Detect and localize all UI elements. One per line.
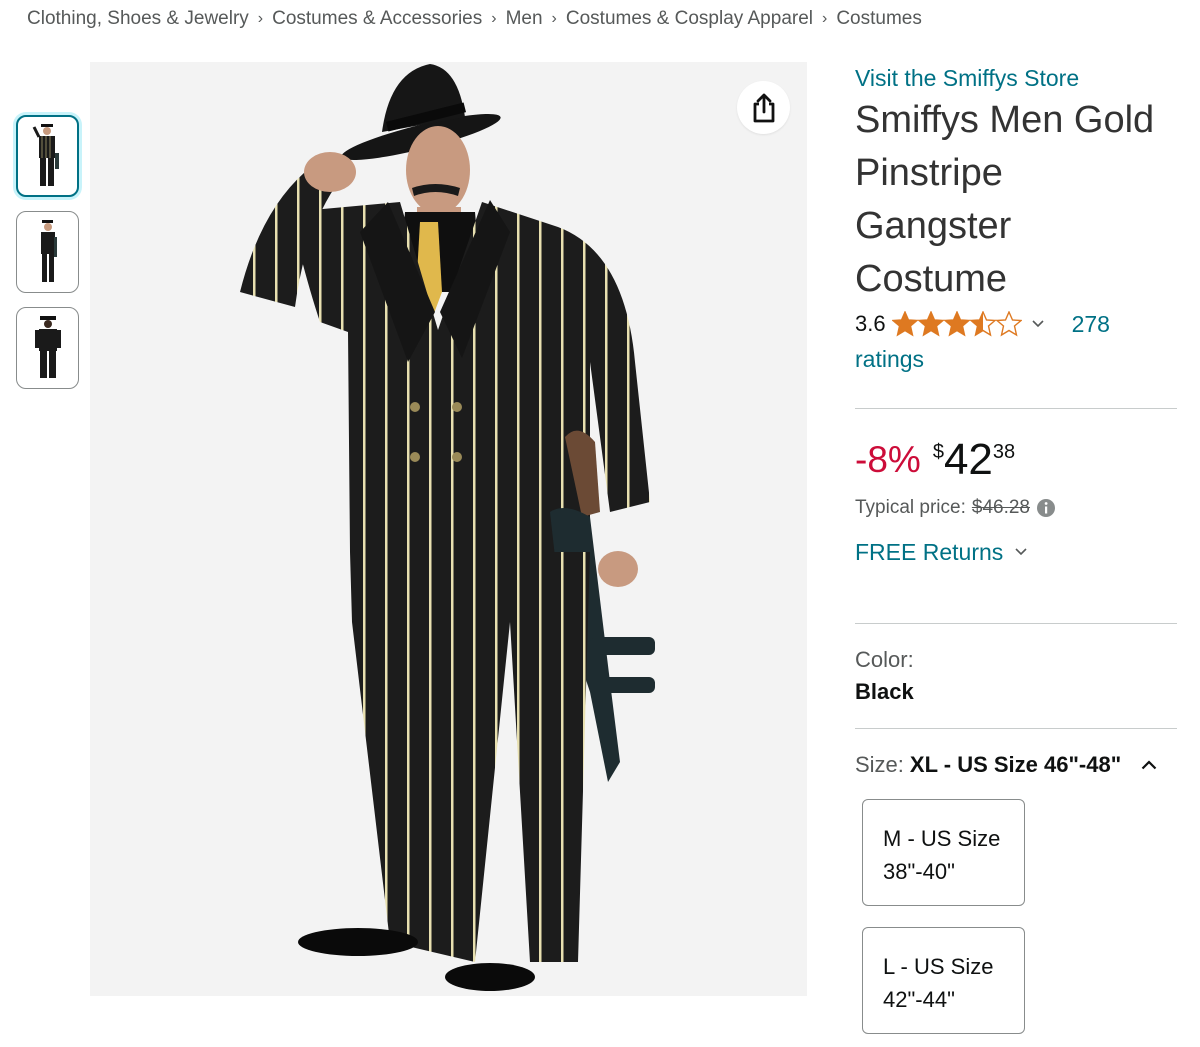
ratings-count-suffix[interactable]: ratings [855, 342, 1177, 376]
chevron-down-icon [1032, 320, 1044, 328]
product-title-line: Gangster [855, 205, 1012, 247]
share-icon [753, 93, 774, 122]
divider [855, 623, 1177, 624]
product-title: Smiffys Men Gold Pinstripe Gangster Cost… [855, 94, 1185, 306]
typical-price: Typical price: $46.28 [855, 493, 1177, 523]
free-returns-label: FREE Returns [855, 538, 1004, 565]
size-label: Size: [855, 752, 904, 777]
chevron-down-icon [1015, 548, 1027, 556]
price-block: -8% $ 42 38 [855, 437, 1177, 493]
price-fraction: 38 [992, 441, 1016, 463]
thumbnail-front[interactable] [16, 115, 79, 197]
typical-price-label: Typical price: [855, 497, 966, 518]
costume-thumbnail-image [40, 220, 57, 282]
size-value: XL - US Size 46"-48" [909, 752, 1122, 777]
breadcrumb-separator: › [551, 10, 557, 27]
color-label: Color: [855, 647, 914, 672]
typical-price-value: $46.28 [971, 497, 1030, 518]
size-option-line: 42"-44" [883, 987, 955, 1012]
info-icon[interactable] [1036, 498, 1056, 518]
breadcrumb-item[interactable]: Clothing, Shoes & Jewelry [27, 8, 249, 30]
size-option-line: L - US Size [883, 954, 994, 979]
divider [855, 408, 1177, 409]
price-currency: $ [932, 441, 944, 463]
gangster-costume-image [240, 64, 655, 991]
thumbnail-side[interactable] [16, 211, 79, 293]
star-rating[interactable] [891, 311, 1022, 337]
product-title-line: Smiffys Men Gold [855, 99, 1155, 141]
breadcrumb: Clothing, Shoes & Jewelry › Costumes & A… [27, 6, 922, 32]
rating-summary: 3.6 278 [855, 306, 1177, 342]
store-link[interactable]: Visit the Smiffys Store [855, 62, 1177, 94]
color-selector: Color: Black [855, 644, 1177, 708]
breadcrumb-separator: › [822, 10, 828, 27]
size-option-line: 38"-40" [883, 859, 955, 884]
ratings-count-link[interactable]: 278 [1072, 311, 1110, 338]
chevron-up-icon [1141, 760, 1157, 770]
size-selector-header[interactable]: Size: XL - US Size 46"-48" [855, 747, 1177, 783]
rating-value: 3.6 [855, 311, 886, 336]
product-title-line: Pinstripe [855, 152, 1003, 194]
size-option-line: M - US Size [883, 826, 1001, 851]
breadcrumb-item[interactable]: Costumes & Cosplay Apparel [566, 8, 813, 30]
current-price: $ 42 38 [933, 437, 1015, 483]
costume-thumbnail-image [34, 316, 61, 378]
size-option-m[interactable]: M - US Size 38"-40" [862, 799, 1025, 906]
size-option-l[interactable]: L - US Size 42"-44" [862, 927, 1025, 1034]
product-info-panel: Visit the Smiffys Store Smiffys Men Gold… [855, 62, 1177, 783]
color-value: Black [855, 679, 914, 704]
image-thumbnails [16, 115, 83, 403]
share-button[interactable] [737, 81, 790, 134]
breadcrumb-separator: › [491, 10, 497, 27]
free-returns-link[interactable]: FREE Returns [855, 535, 1177, 569]
divider [855, 728, 1177, 729]
costume-thumbnail-image [32, 124, 59, 186]
discount-percent: -8% [855, 439, 921, 480]
star-icon [891, 311, 1022, 337]
main-product-image[interactable] [90, 62, 807, 996]
breadcrumb-item[interactable]: Costumes [836, 8, 922, 30]
price-whole: 42 [943, 435, 993, 484]
product-title-line: Costume [855, 258, 1008, 300]
thumbnail-back[interactable] [16, 307, 79, 389]
breadcrumb-separator: › [257, 10, 264, 27]
breadcrumb-item[interactable]: Costumes & Accessories [272, 8, 482, 30]
rating-dropdown-toggle[interactable] [1032, 320, 1044, 328]
breadcrumb-item[interactable]: Men [506, 8, 543, 30]
